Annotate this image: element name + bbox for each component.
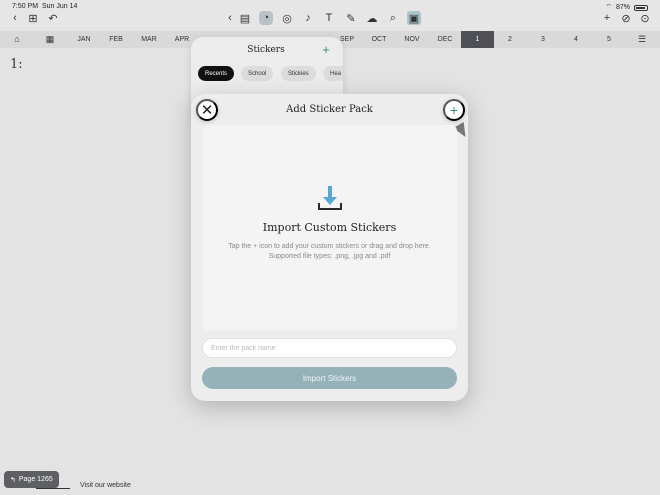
drop-zone[interactable]: Import Custom Stickers Tap the + icon to… <box>202 125 457 330</box>
microphone-icon[interactable]: ♪ <box>301 11 315 25</box>
import-description: Tap the + icon to add your custom sticke… <box>228 243 431 260</box>
plus-icon: + <box>449 102 459 118</box>
tab-2[interactable]: 2 <box>497 31 523 48</box>
text-icon[interactable]: T <box>322 11 336 25</box>
shape-icon[interactable]: ☁ <box>365 11 379 25</box>
hide-icon[interactable]: ⊘ <box>619 11 633 25</box>
undo-icon[interactable]: ↶ <box>46 11 60 25</box>
image-icon[interactable]: ▣ <box>407 11 421 25</box>
tab-4[interactable]: 4 <box>563 31 589 48</box>
toolbar: ‹ ⊞ ↶ ‹ ▤ ◔ ◎ ♪ T ✎ ☁ ⌕ ▣ + ⊘ ⊙ <box>0 10 660 28</box>
lasso-icon[interactable]: ◎ <box>280 11 294 25</box>
tab-3[interactable]: 3 <box>530 31 556 48</box>
add-sticker-pack-modal: Add Sticker Pack ✕ + Import Custom Stick… <box>191 94 471 401</box>
tab-nov[interactable]: NOV <box>399 31 425 48</box>
pen-icon[interactable]: ✎ <box>344 11 358 25</box>
stickers-add-button[interactable]: + <box>319 43 333 57</box>
modal-title: Add Sticker Pack <box>286 104 373 115</box>
chip-school[interactable]: School <box>241 66 274 81</box>
divider <box>36 488 70 489</box>
tab-5[interactable]: 5 <box>596 31 622 48</box>
tab-1[interactable]: 1 <box>461 31 494 48</box>
chip-hea[interactable]: Hea <box>323 66 343 81</box>
tab-dec[interactable]: DEC <box>432 31 458 48</box>
tab-mar[interactable]: MAR <box>136 31 162 48</box>
status-time: 7:50 PM Sun Jun 14 <box>12 3 78 10</box>
pack-name-input[interactable] <box>202 338 457 358</box>
download-icon <box>318 186 342 210</box>
chip-stickies[interactable]: Stickies <box>281 66 316 81</box>
sticky-note-icon[interactable]: ▤ <box>238 11 252 25</box>
calendar-icon[interactable]: ▦ <box>45 34 55 44</box>
page-number-label: 1: <box>10 57 23 72</box>
page-badge[interactable]: ↰ Page 1265 <box>4 471 59 488</box>
import-title: Import Custom Stickers <box>262 221 397 234</box>
more-icon[interactable]: ⊙ <box>638 11 652 25</box>
add-icon[interactable]: + <box>600 11 614 25</box>
grid-icon[interactable]: ⊞ <box>26 11 40 25</box>
tab-jan[interactable]: JAN <box>71 31 97 48</box>
search-icon[interactable]: ⌕ <box>386 11 400 25</box>
chevron-left-icon[interactable]: ‹ <box>223 11 237 25</box>
tab-feb[interactable]: FEB <box>103 31 129 48</box>
add-button[interactable]: + <box>443 99 465 121</box>
return-icon: ↰ <box>10 476 16 484</box>
import-stickers-button[interactable]: Import Stickers <box>202 367 457 389</box>
home-icon[interactable]: ⌂ <box>12 34 22 44</box>
index-icon[interactable]: ☰ <box>637 34 647 44</box>
close-icon: ✕ <box>200 102 214 119</box>
back-icon[interactable]: ‹ <box>8 11 22 25</box>
tab-oct[interactable]: OCT <box>366 31 392 48</box>
page-badge-label: Page 1265 <box>18 476 53 483</box>
close-button[interactable]: ✕ <box>196 99 218 121</box>
website-link[interactable]: Visit our website <box>80 482 131 489</box>
chip-recents[interactable]: Recents <box>198 66 235 81</box>
sticker-icon[interactable]: ◔ <box>259 11 273 25</box>
